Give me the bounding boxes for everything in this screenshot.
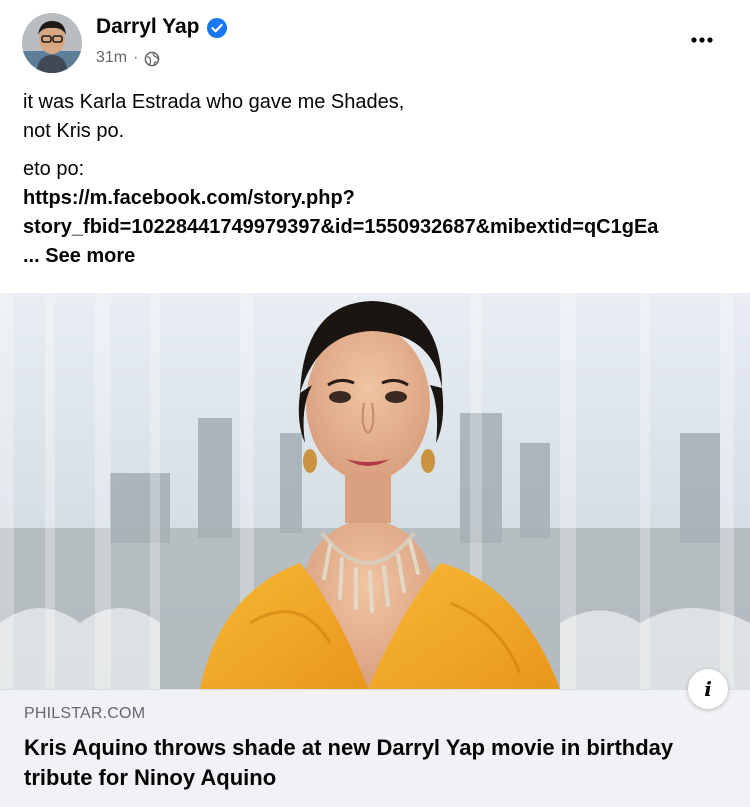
link-domain: PHILSTAR.COM: [24, 705, 146, 722]
post-link[interactable]: https://m.facebook.com/story.php? story_f…: [23, 187, 658, 238]
author-avatar[interactable]: [22, 13, 82, 73]
post-text-paragraph: it was Karla Estrada who gave me Shades,…: [23, 88, 733, 146]
post-body: it was Karla Estrada who gave me Shades,…: [23, 88, 733, 280]
more-options-button[interactable]: [684, 22, 720, 58]
link-headline[interactable]: Kris Aquino throws shade at new Darryl Y…: [24, 733, 724, 793]
post-header: Darryl Yap 31m ·: [0, 0, 750, 86]
verified-badge-icon: [207, 18, 227, 38]
info-icon[interactable]: i: [688, 669, 728, 709]
link-preview-image[interactable]: [0, 293, 750, 689]
post-text-line: eto po:: [23, 158, 85, 180]
more-horizontal-icon: [691, 37, 713, 43]
see-more-link[interactable]: ... See more: [23, 245, 135, 267]
author-name[interactable]: Darryl Yap: [96, 14, 200, 40]
post-text-paragraph: eto po: https://m.facebook.com/story.php…: [23, 155, 733, 271]
post-text-line: it was Karla Estrada who gave me Shades,: [23, 91, 405, 113]
post-meta: 31m ·: [96, 47, 160, 69]
globe-icon[interactable]: [144, 51, 160, 67]
post-text-line: not Kris po.: [23, 120, 125, 142]
post-link-line[interactable]: https://m.facebook.com/story.php?: [23, 187, 355, 209]
post-link-line[interactable]: story_fbid=10228441749979397&id=15509326…: [23, 216, 658, 238]
meta-separator: ·: [133, 49, 139, 66]
post-timestamp[interactable]: 31m: [96, 47, 127, 69]
link-preview-card[interactable]: PHILSTAR.COM Kris Aquino throws shade at…: [0, 689, 750, 807]
